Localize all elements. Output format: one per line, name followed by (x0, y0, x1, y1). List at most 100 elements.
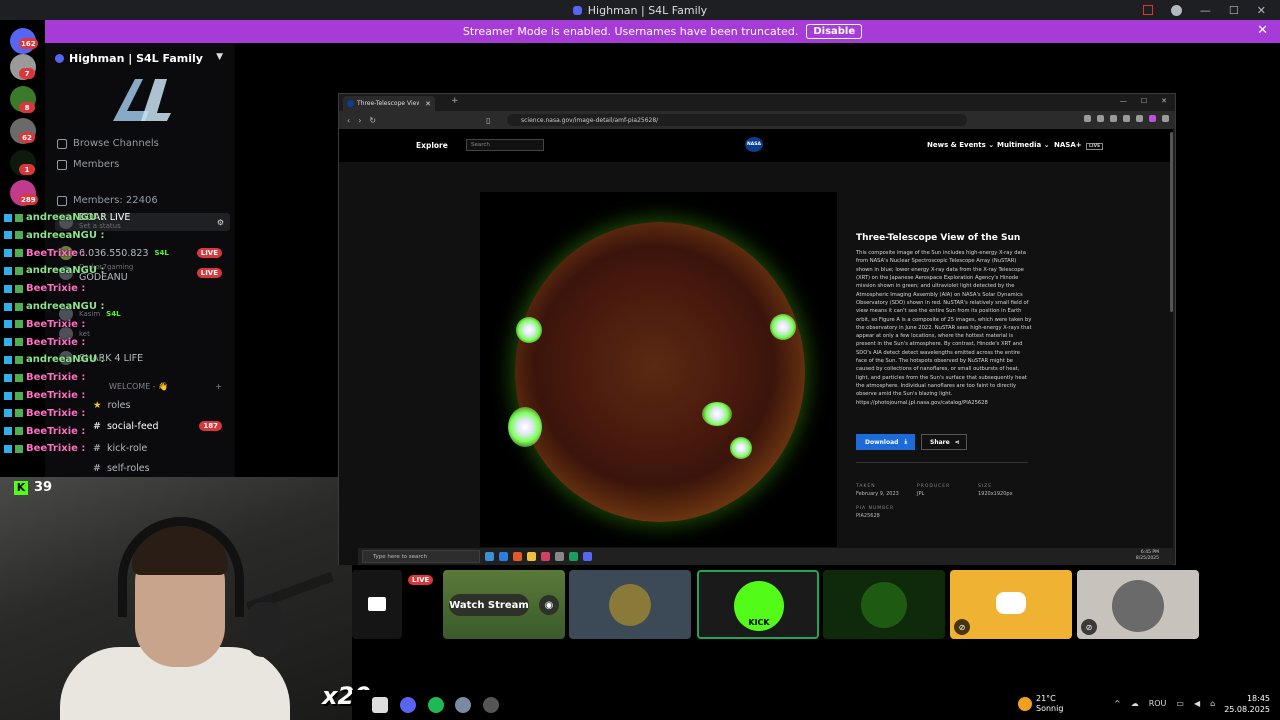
sun-icon (1018, 696, 1032, 711)
address-bar[interactable]: science.nasa.gov/image-detail/amf-pia256… (507, 114, 967, 126)
help-icon[interactable] (1170, 4, 1182, 16)
app-icon[interactable] (499, 552, 508, 561)
avatar (59, 351, 73, 365)
app-icon[interactable] (513, 552, 522, 561)
download-button[interactable]: Download ⤓ (856, 434, 915, 450)
avatar (59, 307, 73, 321)
channel-item[interactable]: SHARK 4 LIFE (55, 349, 230, 367)
stream-tile[interactable]: ⊘ (1077, 570, 1199, 639)
menu-multimedia[interactable]: Multimedia ⌄ (997, 141, 1050, 149)
extension-icon[interactable] (1149, 115, 1156, 122)
unread-badge: 7 (19, 68, 35, 79)
members-link[interactable]: Members (57, 159, 119, 170)
channel-item[interactable]: Kasim S4L (55, 305, 230, 323)
server-banner-logo (113, 79, 171, 121)
app-icon[interactable] (485, 552, 494, 561)
app-icon[interactable] (569, 552, 578, 561)
minimize-icon[interactable]: — (1200, 4, 1211, 17)
server-name-header[interactable]: Highman | S4L Family (55, 52, 203, 65)
deafened-icon: ⊘ (954, 619, 970, 635)
bookmark-icon[interactable]: ▯ (486, 116, 490, 125)
system-tray: ^ ☁ ROU ▭ ◀ ⌂ (1114, 699, 1215, 708)
stream-tile-speaking[interactable]: KICK (697, 570, 819, 639)
voice-channel-doar-live[interactable]: DOAR LIVE Set a status ⚙ (55, 212, 230, 231)
system-clock[interactable]: 18:45 25.08.2025 (1224, 694, 1270, 716)
channel-settings-icon[interactable]: ⚙ (217, 218, 224, 227)
weather-widget[interactable]: 21°C Sonnig (1018, 694, 1063, 713)
new-tab-icon[interactable]: + (451, 96, 459, 106)
chevron-down-icon[interactable]: ▼ (216, 52, 223, 62)
stream-tile[interactable]: Watch Stream ◉ (443, 570, 565, 639)
share-icon: ⋖ (954, 438, 960, 446)
channel-social-feed[interactable]: # social-feed 187 (55, 417, 230, 435)
app-icon[interactable] (527, 552, 536, 561)
menu-icon[interactable] (1162, 115, 1169, 122)
spotify-app-icon[interactable] (428, 697, 444, 713)
app-icon[interactable] (555, 552, 564, 561)
channel-item[interactable]: 6.036.550.823 S4L LIVE (55, 244, 230, 262)
share-button[interactable]: Share ⋖ (921, 434, 967, 450)
extension-icon[interactable] (1136, 115, 1143, 122)
nasa-logo[interactable]: NASA (745, 137, 763, 152)
disable-streamer-mode-button[interactable]: Disable (806, 24, 863, 39)
extension-icon[interactable] (1084, 115, 1091, 122)
stream-tile[interactable] (823, 570, 945, 639)
close-banner-icon[interactable]: ✕ (1257, 23, 1268, 38)
chevron-up-icon[interactable]: ^ (1114, 699, 1121, 708)
language-indicator[interactable]: ROU (1149, 699, 1167, 708)
browse-channels-icon (57, 138, 67, 149)
menu-news-events[interactable]: News & Events ⌄ (927, 141, 994, 149)
microphone-icon (248, 602, 282, 657)
close-icon[interactable]: ✕ (1257, 4, 1266, 17)
extension-icon[interactable] (1097, 115, 1104, 122)
cloud-icon[interactable]: ☁ (1131, 699, 1139, 708)
inbox-icon[interactable] (1142, 5, 1153, 15)
eye-icon[interactable]: ◉ (539, 595, 559, 615)
stream-tile[interactable] (569, 570, 691, 639)
pia-value: PIA25628 (856, 513, 880, 519)
forward-icon[interactable]: › (358, 116, 361, 125)
browser-toolbar: ‹ › ↻ ▯ science.nasa.gov/image-detail/am… (339, 111, 1175, 129)
channel-item[interactable]: ket (55, 325, 230, 343)
extension-icon[interactable] (1110, 115, 1117, 122)
discord-icon (572, 5, 582, 15)
channel-item[interactable]: Darkor7gaming GODEANU LIVE (55, 263, 230, 283)
menu-nasa-plus[interactable]: NASA+ LIVE (1054, 141, 1104, 150)
reload-icon[interactable]: ↻ (369, 116, 376, 125)
app-icon[interactable] (483, 697, 499, 713)
app-icon[interactable] (541, 552, 550, 561)
back-icon[interactable]: ‹ (347, 116, 350, 125)
discord-app-icon[interactable] (400, 697, 416, 713)
browser-tab[interactable]: Three-Telescope View of the Sun ✕ (343, 96, 435, 111)
scrollbar[interactable] (1170, 132, 1173, 312)
network-icon[interactable]: ⌂ (1210, 699, 1215, 708)
extension-icon[interactable] (1123, 115, 1130, 122)
channel-roles[interactable]: ★ roles (55, 396, 230, 414)
maximize-icon[interactable]: ☐ (1141, 97, 1147, 105)
channel-kick-role[interactable]: # kick-role (55, 439, 230, 457)
maximize-icon[interactable]: ☐ (1229, 4, 1239, 17)
channel-self-roles[interactable]: # self-roles (55, 459, 230, 477)
display-icon[interactable]: ▭ (1176, 699, 1184, 708)
green-avatar (861, 582, 907, 628)
watch-stream-button[interactable]: Watch Stream (449, 594, 529, 616)
size-label: SIZE (978, 484, 993, 489)
explore-menu[interactable]: Explore (416, 141, 448, 150)
browse-channels-link[interactable]: Browse Channels (57, 138, 159, 149)
settings-app-icon[interactable] (455, 697, 471, 713)
browser-window: Three-Telescope View of the Sun ✕ + — ☐ … (338, 93, 1176, 565)
stream-tile[interactable]: ⊘ (950, 570, 1072, 639)
category-welcome[interactable]: WELCOME - 👋 + (55, 377, 230, 395)
stream-tile[interactable] (352, 570, 402, 639)
remote-search-input[interactable]: Type here to search (362, 550, 480, 563)
headset-icon (118, 517, 244, 617)
app-icon[interactable] (372, 697, 388, 713)
add-channel-icon[interactable]: + (215, 382, 222, 391)
avatar (59, 266, 73, 280)
minimize-icon[interactable]: — (1120, 97, 1127, 105)
close-icon[interactable]: ✕ (1161, 97, 1167, 105)
volume-icon[interactable]: ◀ (1194, 699, 1200, 708)
close-tab-icon[interactable]: ✕ (425, 100, 431, 108)
app-icon[interactable] (583, 552, 592, 561)
nasa-search-input[interactable]: Search (466, 139, 544, 151)
